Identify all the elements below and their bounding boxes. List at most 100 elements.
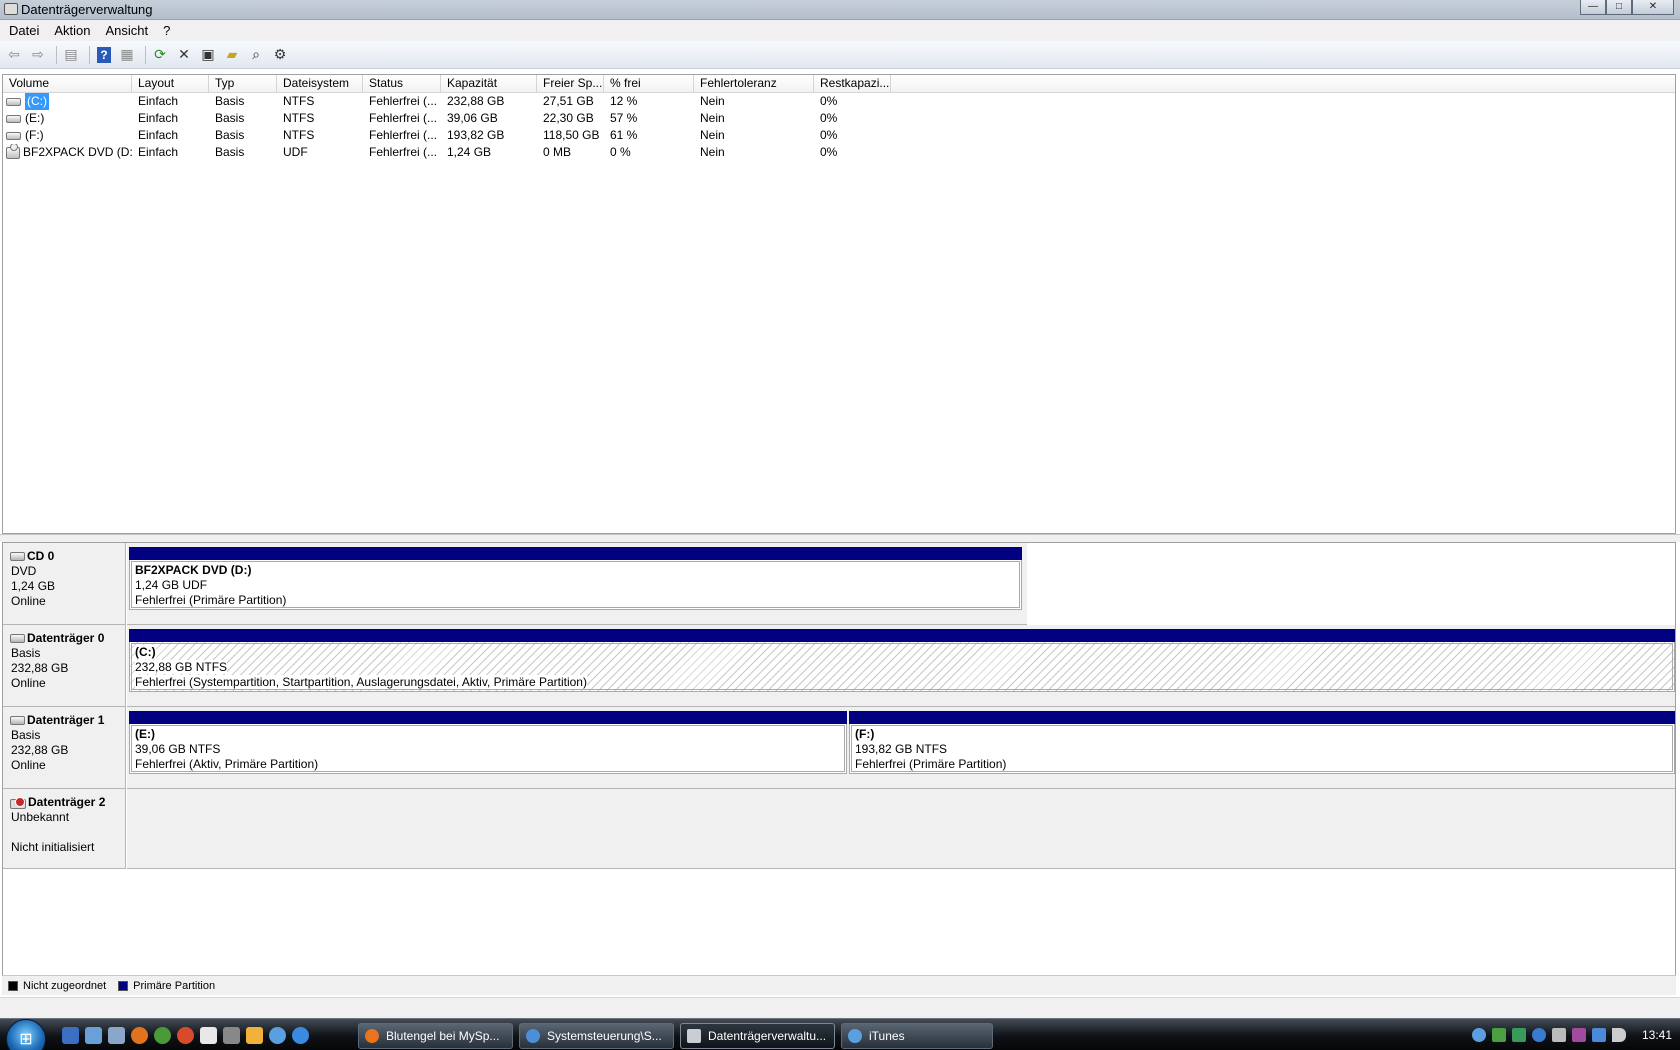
app-shortcut-icon[interactable] [154,1027,171,1044]
network-connection-icon[interactable] [1591,1028,1606,1042]
column-header-prozent-frei[interactable]: % frei [604,75,694,92]
taskbar-item-label: Datenträgerverwaltu... [708,1029,827,1043]
partition-size: 1,24 GB UDF [135,578,208,592]
volume-row-e[interactable]: (E:) Einfach Basis NTFS Fehlerfrei (... … [3,110,1675,127]
forward-arrow-icon[interactable]: ⇨ [28,45,48,65]
network-tray-icon[interactable] [1511,1028,1526,1042]
menu-aktion[interactable]: Aktion [48,23,96,38]
column-header-restkapazitaet[interactable]: Restkapazi... [814,75,891,92]
taskbar-item-label: Blutengel bei MySp... [386,1029,500,1043]
disk-track-1: (E:) 39,06 GB NTFS Fehlerfrei (Aktiv, Pr… [127,707,1675,789]
update-tray-icon[interactable] [1531,1028,1546,1042]
internet-explorer-icon[interactable] [292,1027,309,1044]
partition-status: Fehlerfrei (Primäre Partition) [135,593,287,607]
firefox-icon[interactable] [131,1027,148,1044]
disk-info-1[interactable]: Datenträger 1 Basis 232,88 GB Online [3,707,126,789]
app-shortcut-icon[interactable] [246,1027,263,1044]
switch-windows-icon[interactable] [85,1027,102,1044]
hard-drive-icon [6,114,21,123]
disk-type: Unbekannt [11,810,70,824]
itunes-tray-icon[interactable] [1471,1028,1486,1042]
maximize-button[interactable]: □ [1606,0,1632,15]
menu-ansicht[interactable]: Ansicht [100,23,155,38]
show-hide-console-tree-icon[interactable]: ▤ [61,45,81,65]
device-tray-icon[interactable] [1551,1028,1566,1042]
help-icon[interactable]: ? [97,46,111,63]
disk-track-2 [127,789,1675,869]
volume-row-d[interactable]: BF2XPACK DVD (D:) Einfach Basis UDF Fehl… [3,144,1675,161]
column-header-layout[interactable]: Layout [132,75,209,92]
volume-row-c[interactable]: (C:) Einfach Basis NTFS Fehlerfrei (... … [3,93,1675,110]
column-header-kapazitaet[interactable]: Kapazität [441,75,537,92]
app-shortcut-icon[interactable] [223,1027,240,1044]
volume-typ: Basis [215,111,245,125]
taskbar-item-systemsteuerung[interactable]: Systemsteuerung\S... [519,1023,674,1049]
delete-icon[interactable]: ✕ [174,45,194,65]
open-icon[interactable]: ▰ [222,45,242,65]
security-tray-icon[interactable] [1491,1028,1506,1042]
volume-capacity: 39,06 GB [447,111,498,125]
app-shortcut-icon[interactable] [108,1027,125,1044]
volume-overhead: 0% [820,145,838,159]
taskbar-item-itunes[interactable]: iTunes [841,1023,993,1049]
app-shortcut-icon[interactable] [200,1027,217,1044]
toolbar: ⇦ ⇨ ▤ ? ▦ ⟳ ✕ ▣ ▰ ⌕ ⚙ [0,41,1680,69]
volume-name: (F:) [25,128,44,142]
volume-row-f[interactable]: (F:) Einfach Basis NTFS Fehlerfrei (... … [3,127,1675,144]
clock[interactable]: 13:41 [1642,1028,1672,1042]
partition-f[interactable]: (F:) 193,82 GB NTFS Fehlerfrei (Primäre … [849,711,1675,774]
disk-type: DVD [11,564,37,578]
partition-name: (F:) [855,727,875,741]
legend: Nicht zugeordnet Primäre Partition [2,975,1676,995]
column-header-typ[interactable]: Typ [209,75,277,92]
volume-filesystem: NTFS [283,128,315,142]
refresh-icon[interactable]: ⟳ [150,45,170,65]
partition-c[interactable]: (C:) 232,88 GB NTFS Fehlerfrei (Systempa… [129,629,1675,692]
volume-free-space: 0 MB [543,145,572,159]
disk-row-0: Datenträger 0 Basis 232,88 GB Online (C:… [3,625,1675,707]
column-header-status[interactable]: Status [363,75,441,92]
properties-icon[interactable]: ▣ [198,45,218,65]
column-header-freier-speicher[interactable]: Freier Sp... [537,75,604,92]
volume-icon[interactable] [1611,1028,1626,1042]
disk-info-2[interactable]: Datenträger 2 Unbekannt Nicht initialisi… [3,789,126,869]
explore-icon[interactable]: ⌕ [246,45,266,65]
close-button[interactable]: ✕ [1632,0,1674,15]
column-header-fehlertoleranz[interactable]: Fehlertoleranz [694,75,814,92]
status-bar [0,997,1680,1018]
system-tray: 13:41 [1471,1019,1680,1050]
menu-datei[interactable]: Datei [3,23,45,38]
partition-e[interactable]: (E:) 39,06 GB NTFS Fehlerfrei (Aktiv, Pr… [129,711,847,774]
column-header-dateisystem[interactable]: Dateisystem [277,75,363,92]
pane-splitter[interactable] [0,534,1680,542]
volume-capacity: 232,88 GB [447,94,505,108]
window-controls: — □ ✕ [1580,0,1674,16]
volume-filesystem: NTFS [283,111,315,125]
volume-list[interactable]: Volume Layout Typ Dateisystem Status Kap… [2,74,1676,534]
disk-management-app-icon [4,3,18,15]
partition-name: BF2XPACK DVD (D:) [135,563,252,577]
taskbar-item-datentraegerverwaltung[interactable]: Datenträgerverwaltu... [680,1023,835,1049]
app-tray-icon[interactable] [1571,1028,1586,1042]
menu-help[interactable]: ? [157,23,176,38]
back-arrow-icon[interactable]: ⇦ [4,45,24,65]
itunes-icon[interactable] [269,1027,286,1044]
quick-launch [62,1027,315,1044]
partition-d[interactable]: BF2XPACK DVD (D:) 1,24 GB UDF Fehlerfrei… [129,547,1022,610]
properties-pane-icon[interactable]: ▦ [117,45,137,65]
partition-size: 39,06 GB NTFS [135,742,221,756]
menu-bar: Datei Aktion Ansicht ? [0,20,1680,41]
column-header-volume[interactable]: Volume [3,75,132,92]
browser-shortcut-icon[interactable] [177,1027,194,1044]
volume-status: Fehlerfrei (... [369,111,438,125]
volume-capacity: 1,24 GB [447,145,492,159]
show-desktop-icon[interactable] [62,1027,79,1044]
settings-icon[interactable]: ⚙ [270,45,290,65]
disk-info-cd0[interactable]: CD 0 DVD 1,24 GB Online [3,543,126,625]
disk-type: Basis [11,728,41,742]
start-button[interactable]: ⊞ [6,1019,46,1050]
minimize-button[interactable]: — [1580,0,1606,15]
disk-info-0[interactable]: Datenträger 0 Basis 232,88 GB Online [3,625,126,707]
taskbar-item-blutengel[interactable]: Blutengel bei MySp... [358,1023,513,1049]
disk-size: 1,24 GB [11,579,56,593]
